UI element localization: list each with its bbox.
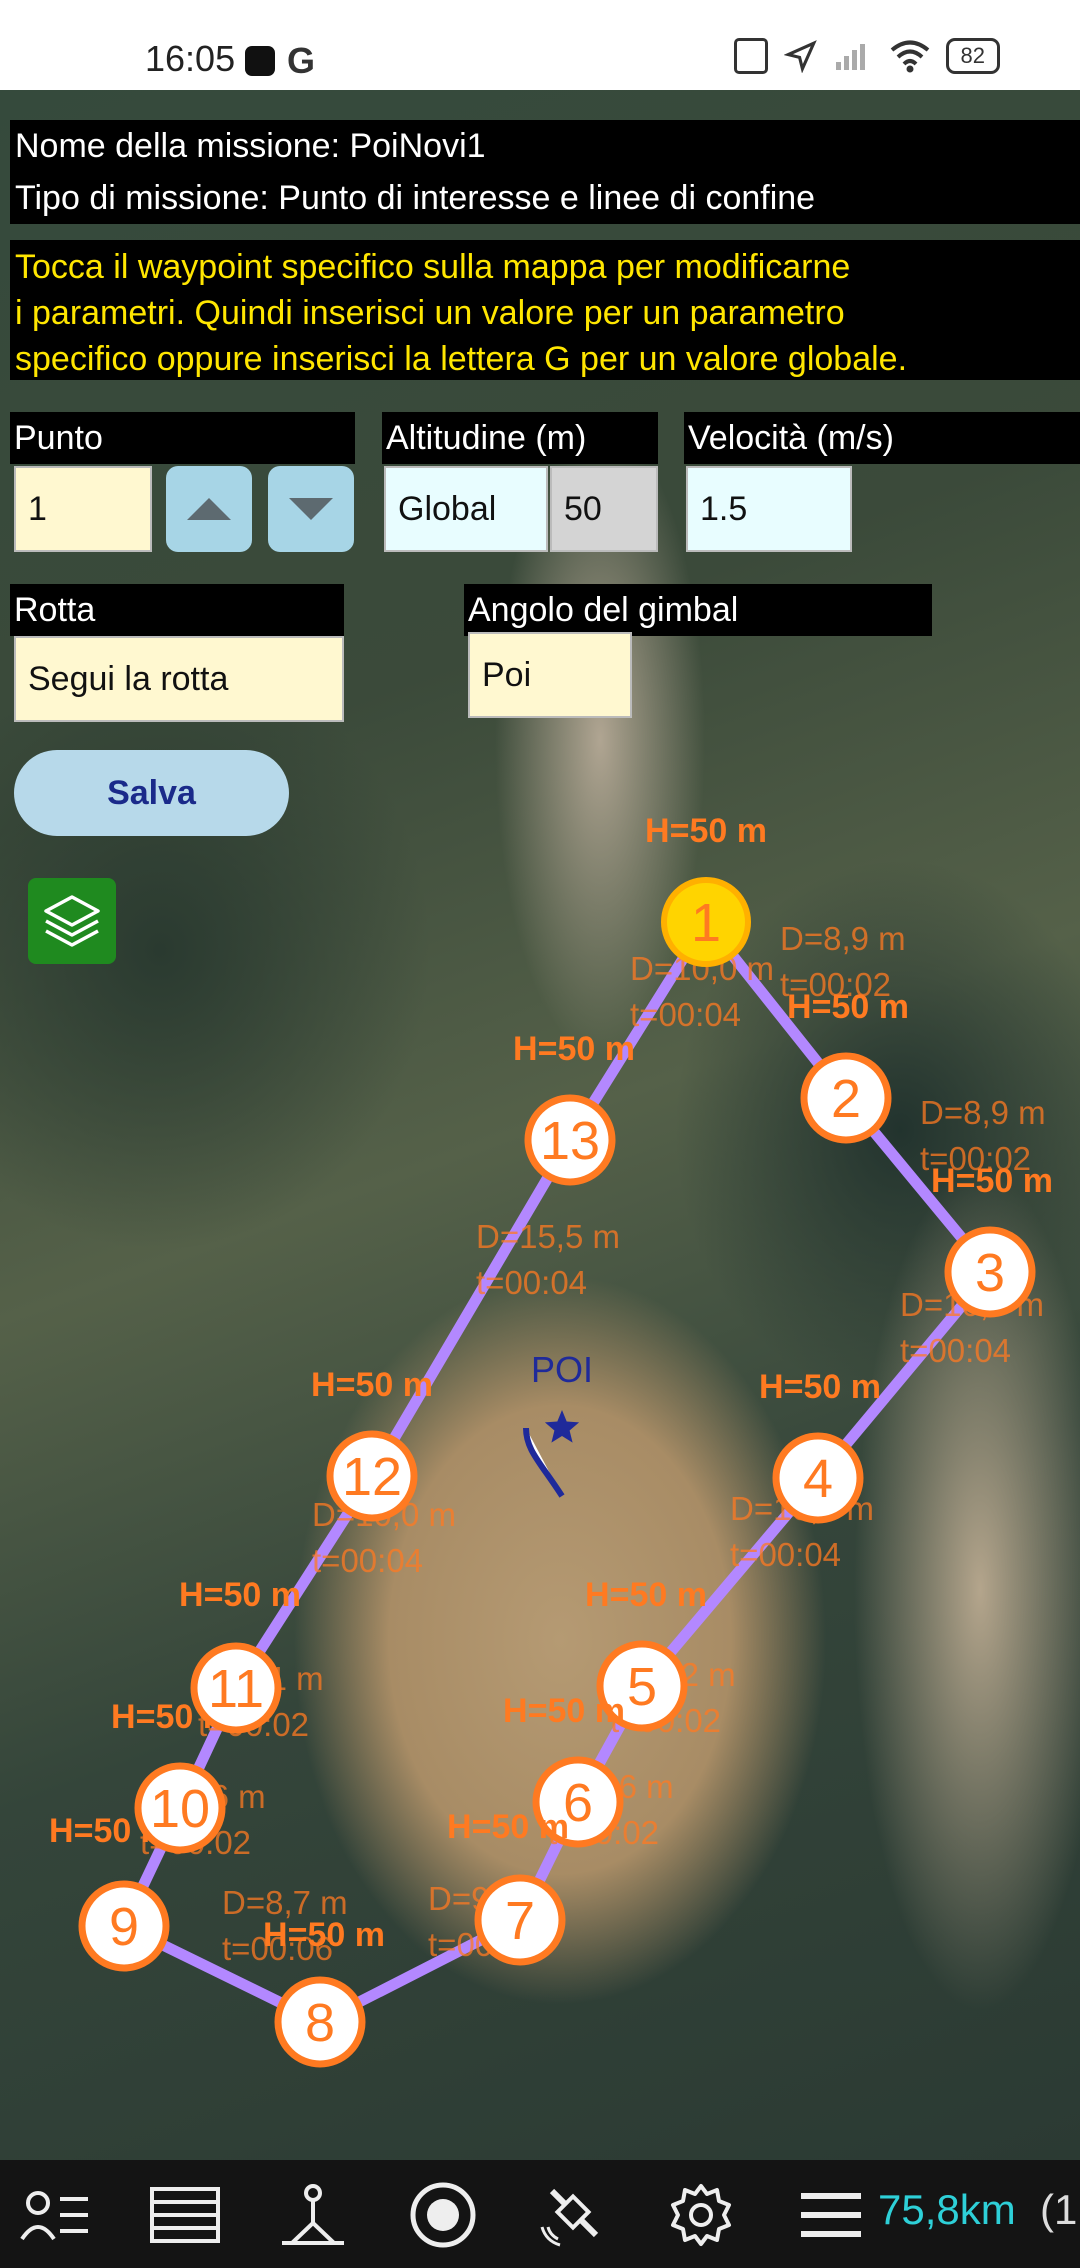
waypoint-altitude: H=50 m [311, 1366, 433, 1404]
segment-distance: D=8,9 m [780, 920, 906, 957]
star-icon [544, 1410, 580, 1443]
list-icon[interactable] [150, 2182, 220, 2248]
poi-label: POI [531, 1349, 593, 1390]
waypoint-altitude: H=50 m [585, 1576, 707, 1614]
point-input[interactable]: 1 [14, 466, 152, 552]
segment-time: t=00:04 [476, 1264, 587, 1301]
waypoint-number: 10 [150, 1779, 210, 1839]
waypoint-number: 8 [305, 1993, 335, 2053]
waypoint-altitude: H=50 m [263, 1916, 385, 1954]
waypoint-marker[interactable]: H=50 m 13 [513, 1030, 635, 1186]
gimbal-input[interactable]: Poi [468, 632, 632, 718]
user-list-icon[interactable] [20, 2182, 90, 2248]
waypoint-number: 9 [109, 1897, 139, 1957]
waypoint-number: 11 [208, 1659, 264, 1719]
layers-icon [44, 895, 100, 947]
waypoint-number: 4 [803, 1449, 833, 1509]
bottom-toolbar: 75,8km (1 [0, 2160, 1080, 2268]
waypoint-number: 2 [831, 1069, 861, 1129]
poi-marker[interactable]: POI [523, 1349, 593, 1498]
instructions-text: Tocca il waypoint specifico sulla mappa … [10, 240, 1080, 380]
waypoint-altitude: H=50 m [787, 988, 909, 1026]
satellite-icon[interactable] [538, 2182, 608, 2248]
segment-time: t=00:04 [730, 1536, 841, 1573]
point-up-button[interactable] [166, 466, 252, 552]
waypoint-marker[interactable]: H=50 m 2 [787, 988, 909, 1144]
speed-input[interactable]: 1.5 [686, 466, 852, 552]
menu-icon[interactable] [796, 2182, 866, 2248]
status-right-icons: 82 [733, 38, 1000, 74]
segment-time: t=00:04 [312, 1542, 423, 1579]
app-notification-icon [245, 46, 275, 76]
speed-label: Velocità (m/s) [684, 412, 1080, 464]
waypoint-number: 1 [691, 893, 721, 953]
waypoint-altitude: H=50 m [503, 1692, 625, 1730]
google-icon: G [287, 40, 316, 81]
waypoint-number: 13 [540, 1111, 600, 1171]
point-label: Punto [10, 412, 355, 464]
waypoint-altitude: H=50 m [759, 1368, 881, 1406]
record-icon[interactable] [408, 2182, 478, 2248]
altitude-label: Altitudine (m) [382, 412, 658, 464]
status-time: 16:05 [145, 38, 236, 79]
waypoint-altitude: H=50 m [645, 812, 767, 850]
status-left-icons: G [245, 40, 315, 82]
wifi-icon [890, 40, 929, 73]
waypoint-marker[interactable]: H=50 m 8 [263, 1916, 385, 2068]
survey-icon[interactable] [278, 2182, 348, 2248]
distance-extra: (1 [1040, 2186, 1078, 2233]
mission-type: Tipo di missione: Punto di interesse e l… [10, 172, 1080, 224]
segment-distance: D=15,5 m [476, 1218, 620, 1255]
status-bar: 16:05 G 82 [0, 0, 1080, 90]
waypoint-altitude: H=50 m [447, 1808, 569, 1846]
point-down-button[interactable] [268, 466, 354, 552]
route-label: Rotta [10, 584, 344, 636]
triangle-up-icon [187, 498, 231, 520]
waypoint-altitude: H=50 m [931, 1162, 1053, 1200]
waypoint-number: 7 [505, 1891, 535, 1951]
segment-time: t=00:04 [630, 996, 741, 1033]
waypoint-number: 3 [975, 1243, 1005, 1303]
route-select[interactable]: Segui la rotta [14, 636, 344, 722]
waypoint-altitude: H=50 m [513, 1030, 635, 1068]
waypoint-number: 12 [342, 1447, 402, 1507]
settings-icon[interactable] [666, 2182, 736, 2248]
layers-button[interactable] [28, 878, 116, 964]
instructions-line: Tocca il waypoint specifico sulla mappa … [15, 248, 851, 286]
mission-name: Nome della missione: PoiNovi1 [10, 120, 1080, 172]
instructions-line: specifico oppure inserisci la lettera G … [15, 340, 908, 378]
waypoint-number: 5 [627, 1657, 657, 1717]
altitude-mode-field[interactable]: Global [384, 466, 548, 552]
gimbal-label: Angolo del gimbal [464, 584, 932, 636]
triangle-down-icon [289, 498, 333, 520]
map-view[interactable]: D=8,9 m t=00:02 D=8,9 m t=00:02 D=10,6 m t=00… [0, 90, 1080, 2160]
altitude-value-field[interactable]: 50 [550, 466, 658, 552]
segment-distance: D=8,9 m [920, 1094, 1046, 1131]
waypoint-marker[interactable]: H=50 m 1 [645, 812, 767, 967]
save-button[interactable]: Salva [14, 750, 289, 836]
instructions-line: i parametri. Quindi inserisci un valore … [15, 294, 845, 332]
mission-route-map[interactable]: D=8,9 mt=00:02D=8,9 mt=00:02D=10,6 mt=00… [0, 90, 1080, 2160]
location-arrow-icon [783, 40, 817, 73]
battery-icon: 82 [945, 38, 1000, 74]
distance-readout: 75,8km [878, 2186, 1016, 2233]
waypoint-altitude: H=50 m [179, 1576, 301, 1614]
nfc-icon [733, 38, 768, 74]
segment-time: t=00:04 [900, 1332, 1011, 1369]
signal-off-icon [835, 44, 865, 70]
